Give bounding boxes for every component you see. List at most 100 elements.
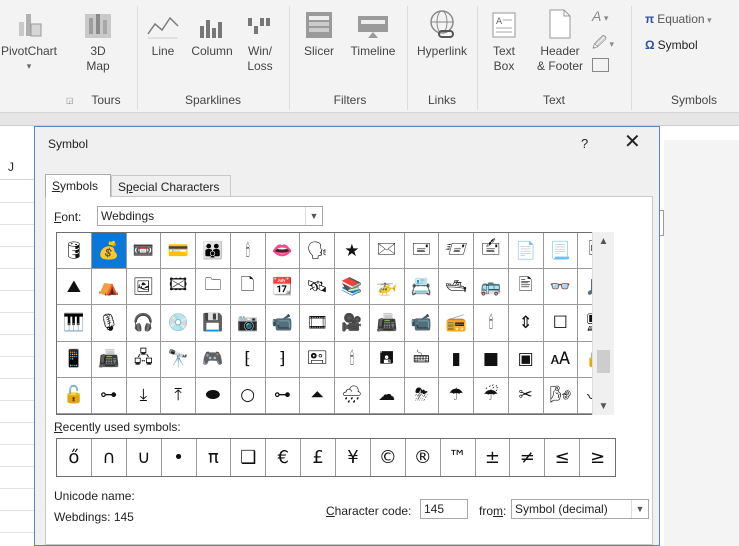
recent-symbol-cell[interactable]: ∪ [127,439,162,476]
symbol-cell[interactable]: 💿 [161,305,196,342]
signature-line-button[interactable]: 🖉 ▾ [592,32,614,56]
symbol-cell[interactable]: 📻 [439,305,474,342]
symbol-cell[interactable]: 🖪 [369,341,405,378]
sparkline-winloss-button[interactable]: Win/ Loss [243,4,277,74]
text-box-button[interactable]: A Text Box [484,4,524,74]
hyperlink-button[interactable]: Hyperlink [412,4,472,59]
symbol-cell[interactable]: 🖅 [439,233,474,270]
symbol-cell[interactable]: 🖧 [126,341,162,378]
tab-special-characters[interactable]: Special Characters [111,175,231,197]
scroll-up-icon[interactable]: ▲ [593,236,614,247]
symbol-cell[interactable]: ⁅ [230,341,266,378]
symbol-cell[interactable]: ⛰ [57,269,92,306]
symbol-cell[interactable]: 📱 [57,341,92,378]
equation-button[interactable]: π Equation ▾ [645,12,712,26]
symbol-cell[interactable]: ⏶ [300,377,335,414]
recent-symbol-cell[interactable]: ≤ [545,439,581,476]
symbol-cell[interactable]: 📠 [369,305,405,342]
symbol-cell[interactable]: 🚁 [369,269,405,306]
symbol-button[interactable]: Ω Symbol [645,38,698,52]
symbol-cell[interactable]: 📼 [126,233,162,270]
sparkline-column-button[interactable]: Column [187,4,237,59]
recent-symbol-cell[interactable]: ¥ [336,439,371,476]
symbol-cell[interactable]: 📹 [404,305,440,342]
symbol-cell[interactable]: 🖹 [508,269,544,306]
3d-map-button[interactable]: 3D Map [80,4,116,74]
symbol-cell[interactable]: ⊶ [265,377,301,414]
symbol-cell[interactable]: ☐ [543,305,579,342]
recent-symbol-cell[interactable]: π [197,439,232,476]
object-button[interactable] [592,58,609,75]
slicer-button[interactable]: Slicer [298,4,340,59]
symbol-cell[interactable]: ⤒ [161,377,196,414]
symbol-cell[interactable]: 📆 [265,269,301,306]
timeline-button[interactable]: Timeline [345,4,401,59]
symbol-cell[interactable]: 🔓 [57,377,92,414]
symbol-cell[interactable]: ☂ [439,377,474,414]
symbol-cell[interactable]: 🎥 [335,305,370,342]
symbol-cell[interactable]: ⛺ [91,269,127,306]
symbol-cell[interactable]: 🗚 [543,341,579,378]
symbol-cell[interactable]: 🛢 [57,233,92,270]
symbol-cell[interactable]: ⊶ [91,377,127,414]
symbol-cell[interactable]: 💾 [196,305,231,342]
chevron-down-icon[interactable]: ▼ [305,207,322,225]
recent-symbol-cell[interactable]: • [162,439,197,476]
symbol-cell-selected[interactable]: 💰 [91,233,127,270]
symbol-cell[interactable]: ⤓ [126,377,162,414]
sparkline-line-button[interactable]: Line [143,4,183,59]
symbol-cell[interactable]: 💳 [161,233,196,270]
recent-symbol-cell[interactable]: ® [406,439,441,476]
symbol-cell[interactable]: 🗀 [196,269,231,306]
recent-symbol-cell[interactable]: € [266,439,302,476]
recently-used-grid[interactable]: ő ∩ ∪ • π ❑ € £ ¥ © ® ™ ± ≠ ≤ ≥ [56,438,616,477]
symbol-cell[interactable]: 🖭 [300,341,335,378]
character-code-input[interactable]: 145 [420,499,468,519]
symbol-cell[interactable]: ⁆ [265,341,301,378]
symbol-cell[interactable]: 🕯 [335,341,370,378]
symbol-cell[interactable]: 🎹 [57,305,92,342]
symbol-cell[interactable]: 👪 [196,233,231,270]
recent-symbol-cell[interactable]: ő [57,439,92,476]
symbol-cell[interactable]: ☔ [474,377,509,414]
symbol-cell[interactable]: 🎞 [300,305,335,342]
symbol-cell[interactable]: 🎮 [196,341,231,378]
symbol-cell[interactable]: ⇕ [508,305,544,342]
recent-symbol-cell[interactable]: ± [476,439,511,476]
symbol-cell[interactable]: 🖾 [161,269,196,306]
recent-symbol-cell[interactable]: ™ [441,439,476,476]
symbol-cell[interactable]: 📹 [265,305,301,342]
symbol-cell[interactable]: 📄 [508,233,544,270]
pivotchart-button[interactable]: PivotChart ▾ [0,4,58,74]
symbol-cell[interactable]: 📠 [91,341,127,378]
symbol-cell[interactable]: ✂ [508,377,544,414]
symbol-cell[interactable]: 📇 [404,269,440,306]
symbol-cell[interactable]: 🖆 [474,233,509,270]
scroll-down-icon[interactable]: ▼ [593,401,614,412]
symbol-cell[interactable]: 🌧 [335,377,370,414]
symbol-cell[interactable]: 🗣 [300,233,335,270]
symbol-cell[interactable]: 📚 [335,269,370,306]
symbol-cell[interactable]: ■ [474,341,509,378]
symbol-cell[interactable]: 📃 [543,233,579,270]
recent-symbol-cell[interactable]: £ [301,439,336,476]
launcher-icon[interactable]: ◲ [66,96,74,105]
scroll-thumb[interactable] [597,350,610,373]
symbol-cell[interactable]: ○ [230,377,266,414]
symbol-cell[interactable]: 🎙 [91,305,127,342]
symbol-cell[interactable]: ★ [335,233,370,270]
symbol-cell[interactable]: 🛰 [300,269,335,306]
symbol-cell[interactable]: 👄 [265,233,301,270]
chevron-down-icon[interactable]: ▼ [631,500,648,518]
symbol-cell[interactable]: 🖼 [126,269,162,306]
symbol-cell[interactable]: ▣ [508,341,544,378]
symbol-cell[interactable]: 🌬 [543,377,579,414]
symbol-cell[interactable]: 🎧 [126,305,162,342]
from-select[interactable]: Symbol (decimal) ▼ [511,499,649,519]
recent-symbol-cell[interactable]: ≠ [510,439,546,476]
symbol-cell[interactable]: ⛈ [404,377,440,414]
symbol-cell[interactable]: 🖃 [404,233,440,270]
recent-symbol-cell[interactable]: ≥ [580,439,615,476]
symbol-cell[interactable]: 🕯 [230,233,266,270]
recent-symbol-cell[interactable]: ∩ [92,439,127,476]
